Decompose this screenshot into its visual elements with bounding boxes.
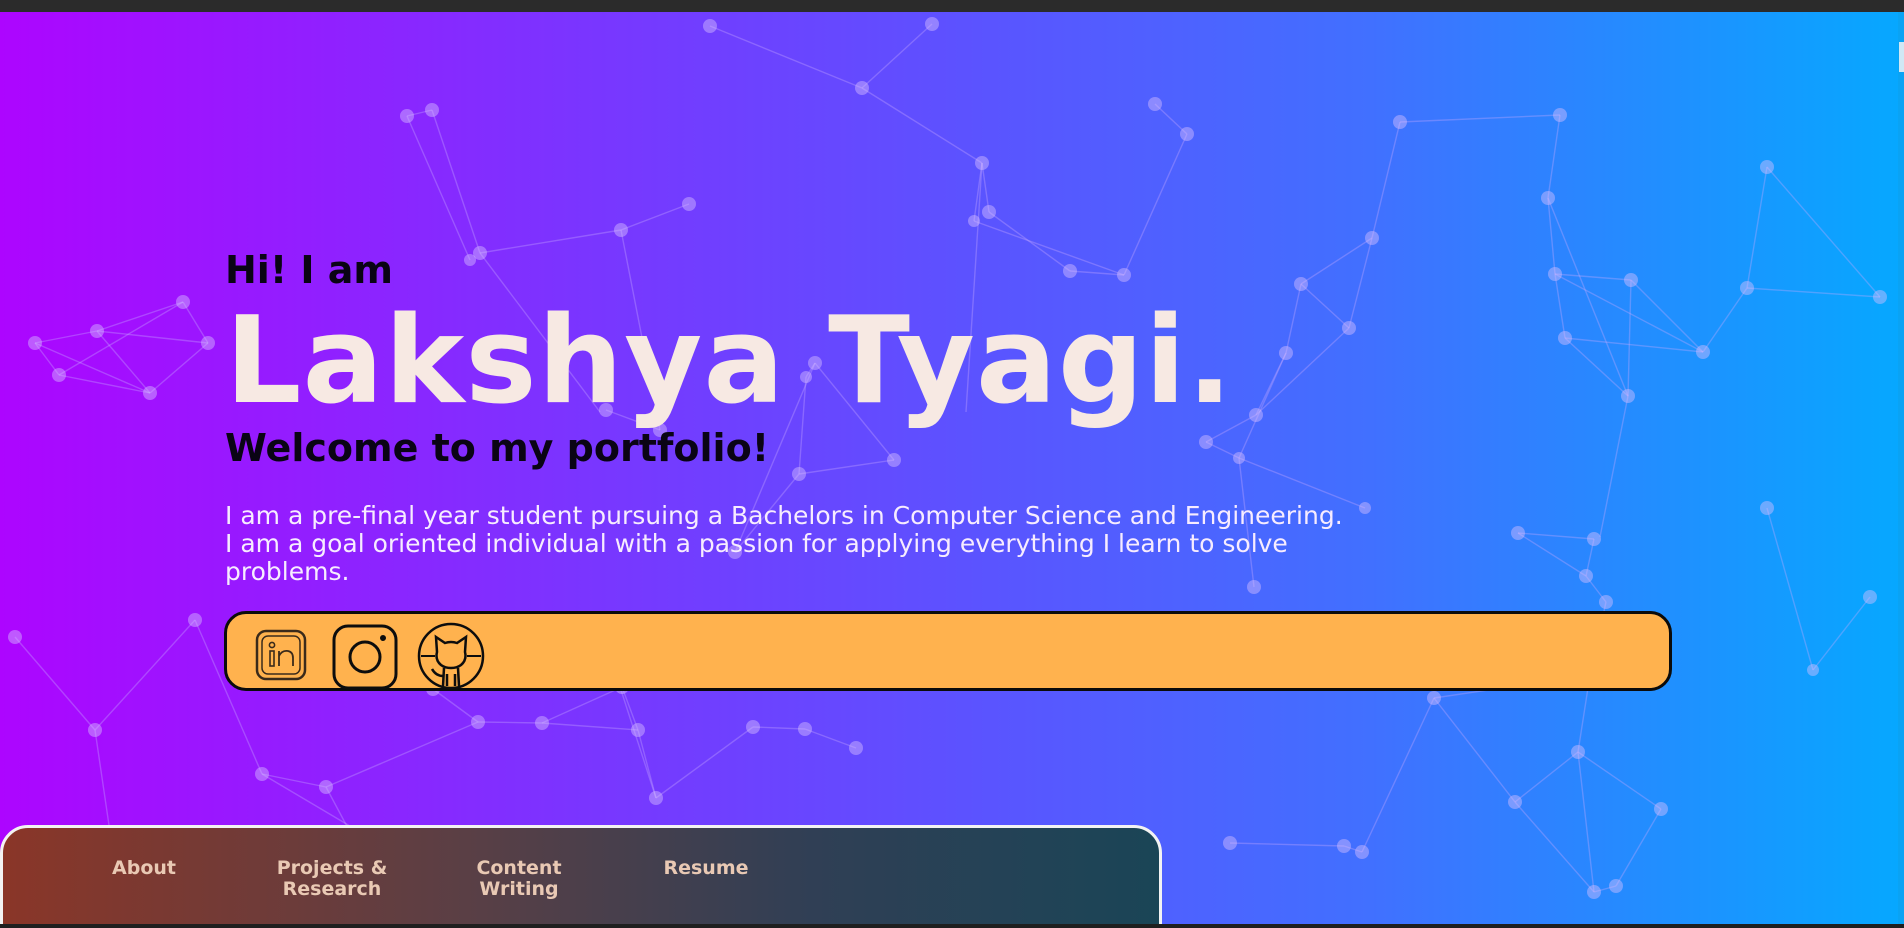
bottom-navigation: About Projects & Research Content Writin… xyxy=(0,825,1162,928)
nav-item-content-writing[interactable]: Content Writing xyxy=(455,858,583,900)
github-icon[interactable] xyxy=(417,622,485,690)
instagram-icon[interactable] xyxy=(331,622,399,690)
hero-name: Lakshya Tyagi. xyxy=(225,292,1234,431)
social-links-bar xyxy=(224,611,1672,691)
hero-section: Hi! I am Lakshya Tyagi. Welcome to my po… xyxy=(0,12,1904,924)
nav-item-about[interactable]: About xyxy=(79,858,209,879)
nav-item-projects-research[interactable]: Projects & Research xyxy=(267,858,397,900)
page-scrollbar[interactable] xyxy=(1898,12,1904,924)
welcome-heading: Welcome to my portfolio! xyxy=(225,426,770,470)
linkedin-icon[interactable] xyxy=(249,622,317,690)
browser-bottom-edge xyxy=(0,924,1904,928)
bio-paragraph: I am a pre-final year student pursuing a… xyxy=(225,501,1343,586)
greeting-text: Hi! I am xyxy=(225,248,393,292)
nav-item-resume[interactable]: Resume xyxy=(641,858,771,879)
scrollbar-thumb[interactable] xyxy=(1899,42,1904,72)
